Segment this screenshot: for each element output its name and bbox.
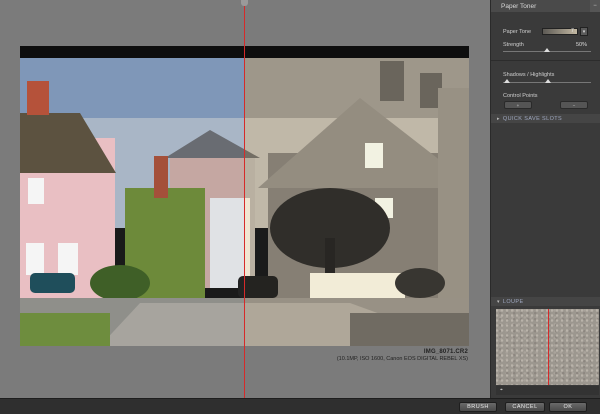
loupe-footer: ⌖ bbox=[496, 386, 599, 395]
loupe-header[interactable]: ▾ LOUPE bbox=[491, 297, 600, 306]
panel-header[interactable]: Paper Toner − bbox=[491, 0, 600, 12]
photo-scene-color bbox=[20, 58, 245, 346]
ok-button[interactable]: OK bbox=[549, 402, 587, 412]
strength-label: Strength bbox=[503, 42, 524, 48]
minus-icon[interactable]: − bbox=[590, 0, 600, 12]
triangle-right-icon: ▸ bbox=[497, 115, 500, 122]
control-points-label: Control Points bbox=[503, 93, 538, 99]
panel-title: Paper Toner bbox=[501, 2, 537, 10]
pin-icon[interactable]: ⌖ bbox=[500, 387, 503, 393]
paper-tone-value: 7 bbox=[571, 28, 574, 34]
cancel-button[interactable]: CANCEL bbox=[505, 402, 545, 412]
highlights-slider-thumb[interactable] bbox=[545, 79, 551, 83]
brush-button[interactable]: BRUSH bbox=[459, 402, 497, 412]
chevron-down-icon[interactable]: ▾ bbox=[580, 27, 588, 36]
file-meta: (10.1MP, ISO 1600, Canon EOS DIGITAL REB… bbox=[336, 356, 468, 362]
photo-before-half bbox=[20, 58, 245, 346]
strength-slider-thumb[interactable] bbox=[544, 48, 550, 52]
loupe-label: LOUPE bbox=[502, 298, 524, 305]
preview-area: IMG_8071.CR2 (10.1MP, ISO 1600, Canon EO… bbox=[0, 0, 490, 398]
loupe-split-line bbox=[548, 309, 549, 385]
split-handle-icon[interactable] bbox=[241, 0, 248, 6]
shadows-highlights-label: Shadows / Highlights bbox=[503, 72, 555, 78]
triangle-down-icon: ▾ bbox=[497, 298, 500, 305]
shadows-slider-thumb[interactable] bbox=[504, 79, 510, 83]
add-control-point-button[interactable]: + bbox=[504, 101, 532, 109]
quick-save-slots-header[interactable]: ▸ QUICK SAVE SLOTS bbox=[491, 114, 600, 123]
photo-scene-toned bbox=[245, 58, 469, 346]
photo-after-half bbox=[245, 58, 469, 346]
quick-save-slots-label: QUICK SAVE SLOTS bbox=[502, 115, 563, 122]
strength-value: 50% bbox=[576, 42, 588, 48]
panel-divider bbox=[491, 60, 600, 61]
file-name: IMG_8071.CR2 bbox=[423, 349, 468, 355]
remove-control-point-button[interactable]: − bbox=[560, 101, 588, 109]
paper-tone-label: Paper Tone bbox=[503, 29, 532, 35]
split-preview-line[interactable] bbox=[244, 0, 245, 398]
